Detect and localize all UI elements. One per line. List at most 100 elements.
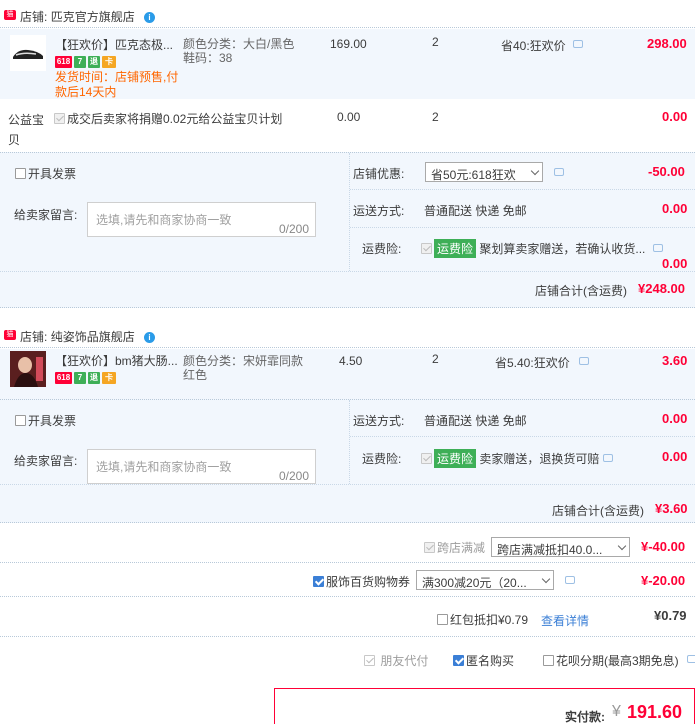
comment-icon[interactable] (579, 357, 589, 365)
divider (350, 189, 695, 190)
insure-label: 运费险: (362, 242, 402, 256)
invoice-checkbox[interactable] (15, 415, 26, 426)
comment-icon[interactable] (565, 576, 575, 584)
charity-label: 公益宝贝 (8, 113, 45, 147)
comment-icon[interactable] (554, 168, 564, 176)
pay-currency: ¥ (612, 703, 621, 720)
item-total: 3.60 (662, 353, 688, 368)
insure-label: 运费险: (362, 452, 402, 466)
shop2-item-row: 【狂欢价】bm猪大肠... 618 7 退 卡 颜色分类： 宋妍霏同款 红色 4… (0, 349, 695, 399)
divider (349, 153, 350, 271)
redpack-row: 红包抵扣¥0.79 查看详情 ¥0.79 (0, 597, 695, 637)
memo-placeholder: 选填,请先和商家协商一致 (96, 460, 232, 474)
insure-row: 运费险 卖家赠送，退换货可赔 (421, 449, 599, 468)
comment-icon[interactable] (603, 454, 613, 462)
memo-label: 给卖家留言: (14, 208, 78, 222)
ship-label: 运送方式: (353, 414, 405, 428)
quantity: 2 (432, 352, 439, 366)
redpack-checkbox[interactable] (437, 614, 448, 625)
divider (0, 484, 695, 485)
ship-value: 普通配送 快递 免邮 (424, 204, 527, 218)
promo-amount: -50.00 (648, 164, 685, 179)
anon-checkbox[interactable] (453, 655, 464, 666)
charity-price: 0.00 (337, 110, 361, 124)
insure-badge: 运费险 (434, 449, 477, 468)
unit-price: 4.50 (339, 354, 363, 368)
subtotal-label: 店铺合计(含运费) (535, 284, 627, 298)
cross-store-row: 跨店满减 跨店满减抵扣40.0... ¥-40.00 (0, 523, 695, 563)
tag-618: 618 (55, 372, 72, 384)
cross-store-option: 跨店满减 (424, 539, 485, 556)
promo-value: 省50元:618狂欢 (431, 168, 516, 182)
huabei-option[interactable]: 花呗分期(最高3期免息) (543, 652, 679, 669)
shop2-options-panel: 开具发票 给卖家留言: 选填,请先和商家协商一致 0/200 运送方式: 普通配… (0, 399, 695, 523)
coupon-option[interactable]: 服饰百货购物券 (313, 573, 410, 590)
huabei-checkbox[interactable] (543, 655, 554, 666)
memo-placeholder: 选填,请先和商家协商一致 (96, 213, 232, 227)
redpack-label: 红包抵扣¥0.79 (450, 613, 529, 627)
insure-desc: 卖家赠送，退换货可赔 (479, 452, 600, 466)
friend-pay-label: 朋友代付 (380, 654, 429, 668)
wangwang-icon[interactable]: i (144, 12, 155, 23)
coupon-label: 服饰百货购物券 (326, 575, 411, 589)
promo-label: 店铺优惠: (353, 167, 405, 181)
chevron-down-icon (530, 166, 540, 176)
divider (349, 400, 350, 484)
memo-counter: 0/200 (278, 222, 309, 236)
divider (350, 436, 695, 437)
shop1-name[interactable]: 店铺: 匹克官方旗舰店 (20, 8, 135, 25)
memo-input[interactable]: 选填,请先和商家协商一致 0/200 (87, 449, 316, 484)
invoice-label: 开具发票 (28, 414, 77, 428)
shop2-header: 猫 店铺: 纯姿饰品旗舰店 i (0, 320, 695, 348)
product-title[interactable]: 【狂欢价】匹克态极... (55, 36, 173, 53)
wangwang-icon[interactable]: i (144, 332, 155, 343)
cross-store-select[interactable]: 跨店满减抵扣40.0... (491, 537, 630, 557)
ship-value: 普通配送 快递 免邮 (424, 414, 527, 428)
coupon-row: 服饰百货购物券 满300减20元（20... ¥-20.00 (0, 563, 695, 597)
huabei-label: 花呗分期(最高3期免息) (556, 654, 679, 668)
product-thumbnail[interactable] (10, 351, 46, 387)
redpack-option[interactable]: 红包抵扣¥0.79 (437, 611, 528, 628)
tag-7day: 7 (74, 56, 86, 68)
subtotal-label: 店铺合计(含运费) (552, 504, 644, 518)
insure-checkbox (421, 453, 432, 464)
tmall-icon: 猫 (4, 330, 16, 340)
shop-name[interactable]: 匹克官方旗舰店 (51, 10, 135, 24)
tag-618: 618 (55, 56, 72, 68)
product-thumbnail[interactable] (10, 35, 46, 71)
pay-amount: 191.60 (627, 702, 683, 722)
invoice-option[interactable]: 开具发票 (15, 412, 76, 429)
shop-name[interactable]: 纯姿饰品旗舰店 (51, 330, 135, 344)
anon-option[interactable]: 匿名购买 (453, 652, 514, 669)
quantity: 2 (432, 35, 439, 49)
memo-input[interactable]: 选填,请先和商家协商一致 0/200 (87, 202, 316, 237)
coupon-checkbox[interactable] (313, 576, 324, 587)
service-tags: 618 7 退 卡 (55, 56, 116, 68)
tmall-icon: 猫 (4, 10, 16, 20)
promo-select[interactable]: 省50元:618狂欢 (425, 162, 543, 182)
tag-card: 卡 (102, 372, 116, 384)
coupon-select[interactable]: 满300减20元（20... (416, 570, 554, 590)
invoice-option[interactable]: 开具发票 (15, 165, 76, 182)
invoice-label: 开具发票 (28, 167, 77, 181)
coupon-amount: ¥-20.00 (641, 573, 686, 588)
comment-icon[interactable] (687, 655, 695, 663)
shop2-name[interactable]: 店铺: 纯姿饰品旗舰店 (20, 328, 135, 345)
comment-icon[interactable] (653, 244, 663, 252)
insure-desc: 聚划算卖家赠送，若确认收货... (479, 242, 646, 256)
product-title[interactable]: 【狂欢价】bm猪大肠... (55, 352, 178, 369)
tag-return: 退 (88, 372, 100, 384)
cross-store-label: 跨店满减 (437, 541, 486, 555)
pay-total-box: 实付款: ¥ 191.60 (274, 688, 695, 724)
invoice-checkbox[interactable] (15, 168, 26, 179)
charity-checkbox (54, 113, 65, 124)
ship-amount: 0.00 (662, 201, 688, 216)
insure-checkbox (421, 243, 432, 254)
ship-time-note: 发货时间：店铺预售,付款后14天内 (55, 70, 179, 99)
chevron-down-icon (617, 541, 627, 551)
charity-row: 成交后卖家将捐赠0.02元给公益宝贝计划 (54, 110, 282, 127)
memo-label: 给卖家留言: (14, 454, 78, 468)
comment-icon[interactable] (573, 40, 583, 48)
redpack-detail-link[interactable]: 查看详情 (541, 612, 589, 629)
options-row: 朋友代付 匿名购买 花呗分期(最高3期免息) (0, 637, 695, 681)
